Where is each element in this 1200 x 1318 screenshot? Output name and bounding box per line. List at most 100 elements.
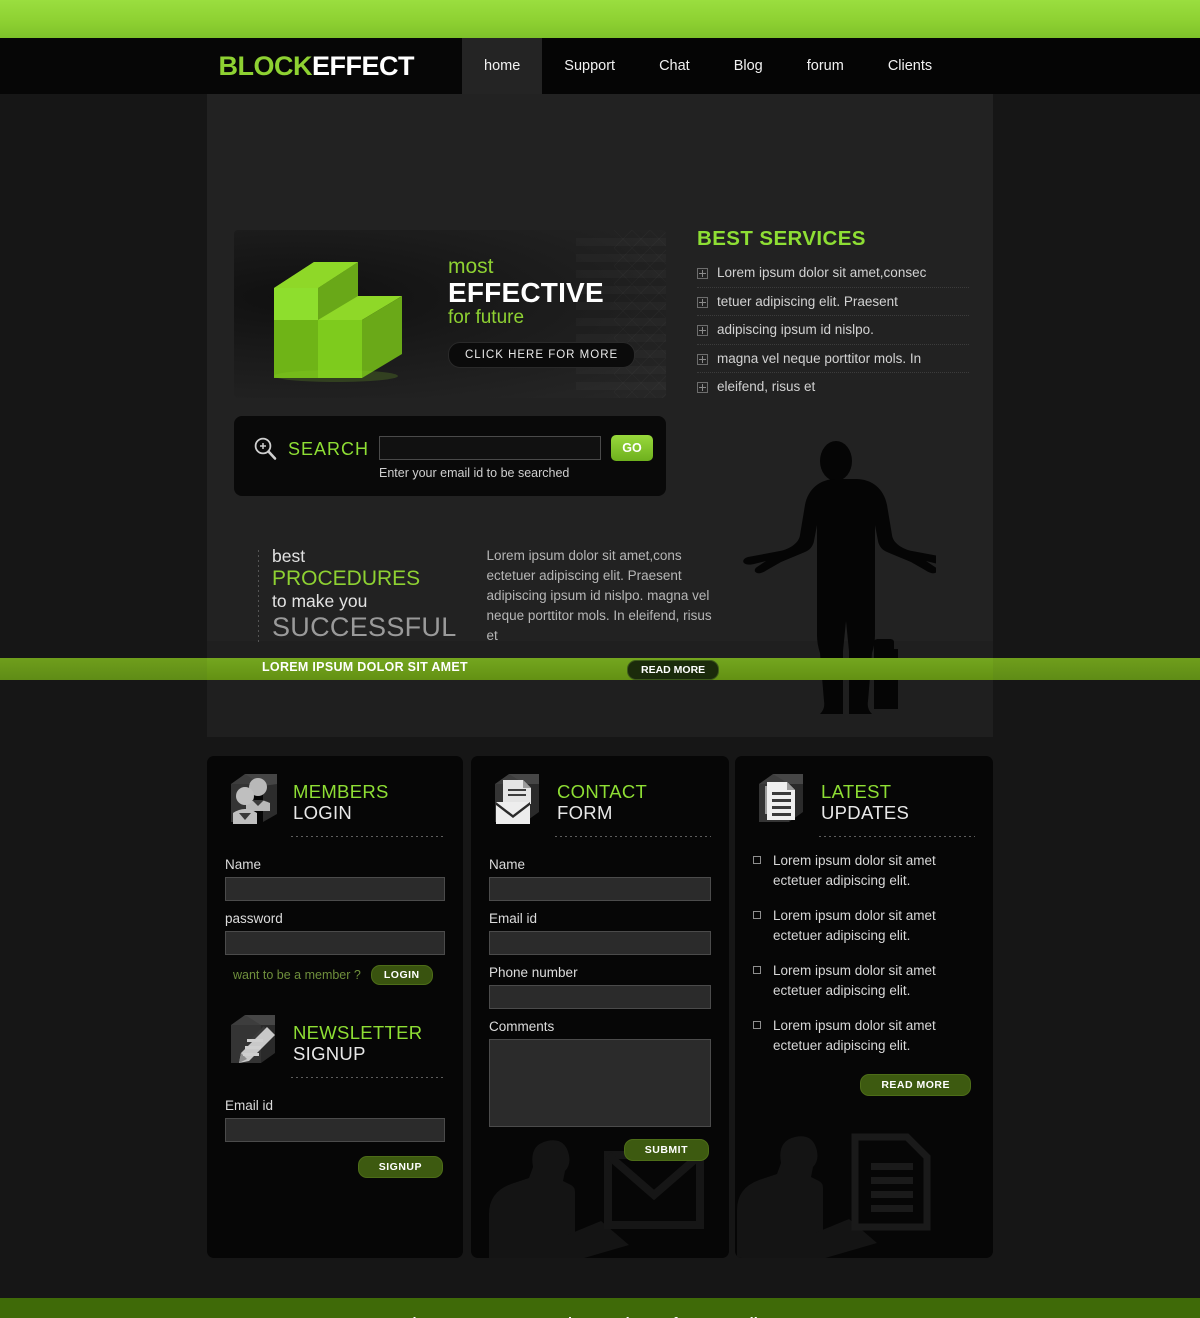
plus-icon xyxy=(697,268,708,279)
service-item[interactable]: adipiscing ipsum id nislpo. xyxy=(697,322,969,345)
contact-title-white: FORM xyxy=(557,802,613,823)
update-item-text: Lorem ipsum dolor sit amet ectetuer adip… xyxy=(773,908,936,943)
members-name-input[interactable] xyxy=(225,877,445,901)
man-with-document-silhouette-image xyxy=(737,1133,931,1258)
members-login-panel: MEMBERS LOGIN Name password want to be a… xyxy=(207,756,463,1258)
contact-name-input[interactable] xyxy=(489,877,711,901)
search-input[interactable] xyxy=(379,436,601,460)
square-bullet-icon xyxy=(753,856,761,864)
updates-list: Lorem ipsum dolor sit amet ectetuer adip… xyxy=(753,851,975,1056)
latest-updates-panel: LATEST UPDATES Lorem ipsum dolor sit ame… xyxy=(735,756,993,1258)
newsletter-title-green: NEWSLETTER xyxy=(293,1022,423,1044)
updates-read-more-button[interactable]: READ MORE xyxy=(860,1073,971,1096)
nav-item-clients[interactable]: Clients xyxy=(866,38,954,94)
update-list-item[interactable]: Lorem ipsum dolor sit amet ectetuer adip… xyxy=(753,1016,975,1055)
search-go-button[interactable]: GO xyxy=(611,435,653,461)
update-item-text: Lorem ipsum dolor sit amet ectetuer adip… xyxy=(773,853,936,888)
hero-click-here-button[interactable]: CLICK HERE FOR MORE xyxy=(448,342,636,368)
updates-titles: LATEST UPDATES xyxy=(821,778,909,823)
top-green-bar xyxy=(0,0,1200,38)
members-login-button[interactable]: LOGIN xyxy=(370,965,433,985)
nav-item-chat[interactable]: Chat xyxy=(637,38,712,94)
contact-email-input[interactable] xyxy=(489,931,711,955)
procedures-line-procedures: PROCEDURES xyxy=(272,566,421,590)
contact-name-label: Name xyxy=(489,857,526,872)
panels-row: MEMBERS LOGIN Name password want to be a… xyxy=(207,756,993,1258)
plus-icon xyxy=(697,353,708,365)
service-item-label: magna vel neque porttitor mols. In xyxy=(717,350,922,366)
contact-comments-textarea[interactable] xyxy=(489,1039,711,1127)
search-panel: SEARCH GO Enter your email id to be sear… xyxy=(234,416,666,496)
members-title-green: MEMBERS xyxy=(293,781,389,803)
service-item[interactable]: eleifend, risus et xyxy=(697,379,969,401)
updates-title-green: LATEST xyxy=(821,781,892,803)
update-list-item[interactable]: Lorem ipsum dolor sit amet ectetuer adip… xyxy=(753,961,975,1000)
square-bullet-icon xyxy=(753,911,761,920)
square-bullet-icon xyxy=(753,1021,761,1030)
members-header: MEMBERS LOGIN xyxy=(207,756,463,832)
best-services-title: BEST SERVICES xyxy=(697,227,866,250)
hero-text-block: most EFFECTIVE for future xyxy=(448,255,604,329)
contact-header: CONTACT FORM xyxy=(471,756,729,832)
update-list-item[interactable]: Lorem ipsum dolor sit amet ectetuer adip… xyxy=(753,906,975,945)
service-item[interactable]: magna vel neque porttitor mols. In xyxy=(697,351,969,374)
newsletter-signup-button[interactable]: SIGNUP xyxy=(357,1156,443,1178)
newsletter-email-input[interactable] xyxy=(225,1118,445,1142)
contact-title-green: CONTACT xyxy=(557,781,648,803)
update-item-text: Lorem ipsum dolor sit amet ectetuer adip… xyxy=(773,963,936,998)
update-list-item[interactable]: Lorem ipsum dolor sit amet ectetuer adip… xyxy=(753,851,975,890)
service-item-label: Lorem ipsum dolor sit amet,consec xyxy=(717,265,927,280)
users-cube-icon xyxy=(231,774,277,824)
members-password-label: password xyxy=(225,911,283,926)
members-login-row: want to be a member ? LOGIN xyxy=(233,965,463,985)
contact-submit-button[interactable]: SUBMIT xyxy=(623,1139,709,1161)
envelope-document-cube-icon xyxy=(495,774,539,824)
site-header: BLOCKEFFECT home Support Chat Blog forum… xyxy=(0,38,1200,94)
service-item-label: tetuer adipiscing elit. Praesent xyxy=(717,293,898,309)
newsletter-email-label: Email id xyxy=(225,1098,274,1113)
search-label-row: SEARCH xyxy=(252,436,369,462)
contact-phone-input[interactable] xyxy=(489,985,711,1009)
service-item[interactable]: Lorem ipsum dolor sit amet,consec xyxy=(697,265,969,288)
update-item-text: Lorem ipsum dolor sit amet ectetuer adip… xyxy=(773,1018,936,1053)
search-hint-text: Enter your email id to be searched xyxy=(379,466,570,480)
page-body: most EFFECTIVE for future CLICK HERE FOR… xyxy=(0,94,1200,1318)
logo-text-block: BLOCK xyxy=(218,50,313,81)
square-bullet-icon xyxy=(753,966,761,975)
strip-read-more-button[interactable]: READ MORE xyxy=(627,660,720,680)
nav-item-blog[interactable]: Blog xyxy=(712,38,785,94)
procedures-line-best: best xyxy=(272,546,306,566)
service-item[interactable]: tetuer adipiscing elit. Praesent xyxy=(697,294,969,317)
newsletter-header: NEWSLETTER SIGNUP xyxy=(207,985,463,1073)
updates-header: LATEST UPDATES xyxy=(735,756,993,832)
site-footer: home | Support | Chat | Blog | forum | C… xyxy=(0,1298,1200,1318)
members-title-white: LOGIN xyxy=(293,802,353,823)
newsletter-titles: NEWSLETTER SIGNUP xyxy=(293,1019,422,1064)
newsletter-button-row: SIGNUP xyxy=(207,1152,463,1178)
nav-item-forum[interactable]: forum xyxy=(785,38,866,94)
members-signup-question[interactable]: want to be a member ? xyxy=(233,968,361,982)
contact-phone-label: Phone number xyxy=(489,965,578,980)
members-name-label: Name xyxy=(225,857,262,872)
strip-label: LOREM IPSUM DOLOR SIT AMET xyxy=(262,660,468,674)
contact-submit-row: SUBMIT xyxy=(471,1137,729,1161)
hero-banner: most EFFECTIVE for future CLICK HERE FOR… xyxy=(234,230,666,398)
procedures-headline: best PROCEDURES to make you SUCCESSFUL xyxy=(258,546,457,646)
main-navigation: home Support Chat Blog forum Clients xyxy=(462,38,954,94)
contact-email-label: Email id xyxy=(489,911,538,926)
pencil-cube-icon xyxy=(231,1015,275,1063)
procedures-section: best PROCEDURES to make you SUCCESSFUL L… xyxy=(258,546,738,646)
documents-cube-icon xyxy=(759,774,803,822)
hero-line-effective: EFFECTIVE xyxy=(448,277,604,309)
logo-text-effect: EFFECT xyxy=(312,50,415,81)
green-blocks-logo-icon xyxy=(274,262,402,382)
nav-item-support[interactable]: Support xyxy=(542,38,637,94)
site-logo[interactable]: BLOCKEFFECT xyxy=(219,51,415,82)
nav-item-home[interactable]: home xyxy=(462,38,543,94)
members-password-input[interactable] xyxy=(225,931,445,955)
procedures-line-successful: SUCCESSFUL xyxy=(272,612,457,643)
best-services-panel: BEST SERVICES Lorem ipsum dolor sit amet… xyxy=(697,227,969,407)
magnifier-plus-icon xyxy=(254,437,277,460)
plus-icon xyxy=(697,382,708,394)
search-label: SEARCH xyxy=(288,438,370,459)
